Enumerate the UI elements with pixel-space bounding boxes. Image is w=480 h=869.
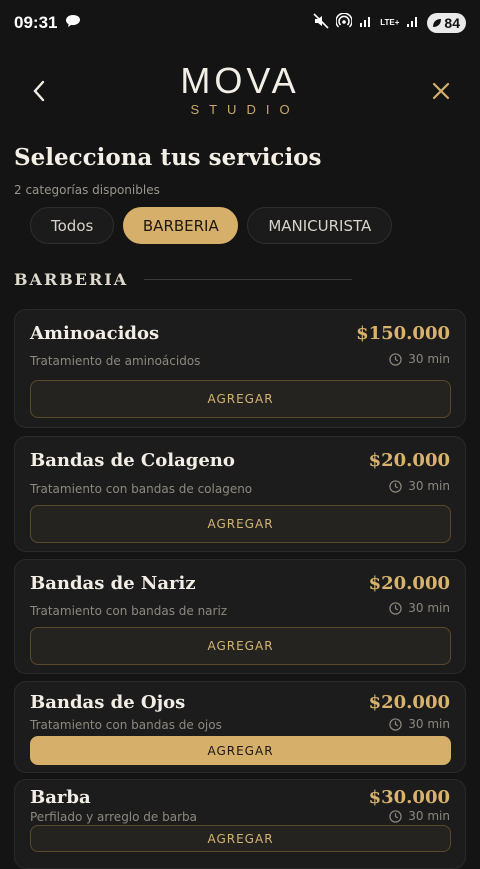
tab-manicurista[interactable]: MANICURISTA [247, 207, 393, 244]
logo-sub-text: STUDIO [190, 102, 300, 117]
category-count: 2 categorías disponibles [14, 183, 160, 197]
service-price: $20.000 [368, 573, 450, 594]
service-description: Tratamiento con bandas de nariz [30, 604, 228, 618]
clock-icon [389, 601, 402, 615]
brand-logo: MOVA STUDIO [0, 60, 480, 118]
section-title: BARBERIA [14, 270, 129, 289]
category-tabs: Todos BARBERIA MANICURISTA [30, 207, 393, 244]
add-service-button[interactable]: AGREGAR [30, 505, 451, 543]
section-header: BARBERIA [14, 270, 353, 289]
section-divider [144, 279, 353, 280]
tab-todos[interactable]: Todos [30, 207, 115, 244]
signal-icon [359, 14, 373, 33]
close-button[interactable] [426, 76, 456, 106]
service-price: $20.000 [368, 450, 450, 471]
duration-text: 30 min [408, 601, 450, 615]
status-time: 09:31 [14, 13, 58, 32]
battery-level: 84 [444, 15, 460, 31]
service-description: Tratamiento con bandas de ojos [30, 718, 222, 732]
clock-icon [389, 479, 402, 493]
service-name: Bandas de Nariz [30, 573, 196, 594]
clock-icon [389, 717, 402, 731]
service-card: Aminoacidos $150.000 Tratamiento de amin… [14, 309, 466, 428]
service-description: Tratamiento con bandas de colageno [30, 482, 253, 496]
app-header: MOVA STUDIO [0, 46, 480, 136]
service-card: Bandas de Colageno $20.000 Tratamiento c… [14, 436, 466, 552]
service-name: Aminoacidos [30, 323, 160, 344]
clock-icon [389, 809, 402, 823]
duration-text: 30 min [408, 352, 450, 366]
hotspot-icon [335, 12, 353, 34]
service-duration: 30 min [389, 352, 450, 366]
service-price: $30.000 [368, 787, 450, 808]
service-card: Bandas de Ojos $20.000 Tratamiento con b… [14, 681, 466, 773]
service-duration: 30 min [389, 601, 450, 615]
service-card: Bandas de Nariz $20.000 Tratamiento con … [14, 559, 466, 674]
leaf-icon [432, 15, 442, 31]
duration-text: 30 min [408, 809, 450, 823]
signal-icon-2 [406, 14, 420, 33]
service-description: Tratamiento de aminoácidos [30, 354, 201, 368]
status-bar: 09:31 LTE+ 84 [0, 0, 480, 46]
service-name: Barba [30, 787, 91, 808]
add-service-button[interactable]: AGREGAR [30, 825, 451, 852]
service-duration: 30 min [389, 717, 450, 731]
mute-icon [313, 12, 329, 34]
add-service-button[interactable]: AGREGAR [30, 380, 451, 418]
service-name: Bandas de Colageno [30, 450, 235, 471]
add-service-button[interactable]: AGREGAR [30, 736, 451, 765]
service-description: Perfilado y arreglo de barba [30, 810, 197, 824]
add-service-button[interactable]: AGREGAR [30, 627, 451, 665]
tab-barberia[interactable]: BARBERIA [123, 207, 239, 244]
close-icon [432, 82, 450, 100]
logo-main-text: MOVA [180, 60, 300, 101]
network-type: LTE+ [380, 18, 400, 27]
clock-icon [389, 352, 402, 366]
service-card: Barba $30.000 Perfilado y arreglo de bar… [14, 779, 466, 869]
chat-notification-icon [65, 14, 81, 33]
service-duration: 30 min [389, 479, 450, 493]
duration-text: 30 min [408, 717, 450, 731]
service-price: $150.000 [356, 323, 450, 344]
battery-indicator: 84 [427, 13, 466, 33]
page-title: Selecciona tus servicios [14, 144, 322, 171]
duration-text: 30 min [408, 479, 450, 493]
service-price: $20.000 [368, 692, 450, 713]
service-name: Bandas de Ojos [30, 692, 186, 713]
service-duration: 30 min [389, 809, 450, 823]
